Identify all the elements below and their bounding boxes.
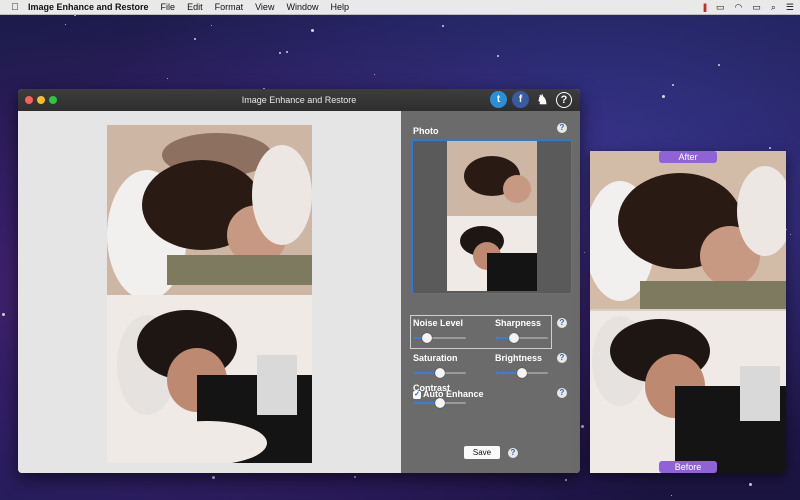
star [212,476,215,479]
twitter-icon[interactable]: t [490,91,507,108]
star [671,495,672,496]
star [286,51,288,53]
star [374,74,375,75]
contrast-slider[interactable] [414,398,466,408]
star [167,78,168,79]
airplay-icon[interactable]: ▭ [716,2,725,13]
star [790,234,791,235]
after-label: After [659,151,717,163]
menu-app-name[interactable]: Image Enhance and Restore [28,2,149,12]
wifi-icon[interactable]: ◠ [735,2,743,13]
before-image [590,311,786,473]
thumbnail-image [447,141,537,291]
help-icon[interactable]: ? [556,91,572,108]
star [749,483,752,486]
battery-icon[interactable]: ▭ [752,2,761,13]
menu-view[interactable]: View [255,2,274,12]
star [565,479,567,481]
parallels-status-icon[interactable]: || [703,2,707,12]
image-preview-area [18,111,401,473]
sharpness-label: Sharpness [495,318,542,328]
after-image [590,151,786,309]
window-zoom-button[interactable] [49,96,57,104]
title-toolbar: t f ♞ ? [490,91,572,108]
star [194,38,196,40]
star [769,147,771,149]
star [311,29,314,32]
photo-drop-well[interactable] [412,140,572,294]
notification-center-icon[interactable]: ☰ [786,2,794,13]
star [211,25,212,26]
auto-enhance-help-icon[interactable]: ? [557,388,567,398]
star [718,64,720,66]
window-titlebar: Image Enhance and Restore t f ♞ ? [18,89,580,111]
star [662,95,665,98]
brightness-label: Brightness [495,353,543,363]
apple-menu-icon[interactable]:  [8,2,22,13]
main-photo [107,125,312,463]
menu-window[interactable]: Window [286,2,318,12]
save-help-icon[interactable]: ? [508,448,518,458]
photo-label: Photo [413,126,439,136]
controls-panel: Photo ? ✓ Auto Enhance ? Noise Level Sha… [401,111,580,473]
window-close-button[interactable] [25,96,33,104]
window-title: Image Enhance and Restore [241,95,357,105]
color-help-icon[interactable]: ? [557,353,567,363]
noise-level-label: Noise Level [413,318,464,328]
brightness-slider[interactable] [496,368,548,378]
after-photo [590,151,786,309]
noise-level-slider[interactable] [414,333,466,343]
menu-edit[interactable]: Edit [187,2,203,12]
menu-format[interactable]: Format [215,2,244,12]
main-window: Image Enhance and Restore t f ♞ ? Photo … [18,89,580,473]
window-minimize-button[interactable] [37,96,45,104]
photo-help-icon[interactable]: ? [557,123,567,133]
star [786,229,787,230]
noise-help-icon[interactable]: ? [557,318,567,328]
before-after-panel: After Before [590,151,786,473]
star [65,24,66,25]
before-photo [590,311,786,473]
save-button[interactable]: Save [464,446,500,459]
star [442,25,444,27]
saturation-slider[interactable] [414,368,466,378]
star [279,52,281,54]
couple-photo-image [107,125,312,463]
horse-icon[interactable]: ♞ [534,91,551,108]
contrast-label: Contrast [413,383,451,393]
photo-thumbnail [447,141,537,291]
facebook-icon[interactable]: f [512,91,529,108]
star [672,84,674,86]
menu-bar:  Image Enhance and Restore File Edit Fo… [0,0,800,15]
star [2,313,5,316]
star [497,55,499,57]
menu-bar-status-area: || ▭ ◠ ▭ ⌕ ☰ [703,0,794,14]
spotlight-search-icon[interactable]: ⌕ [771,2,776,13]
star [581,425,584,428]
saturation-label: Saturation [413,353,458,363]
sharpness-slider[interactable] [496,333,548,343]
star [354,476,356,478]
before-label: Before [659,461,717,473]
menu-help[interactable]: Help [330,2,349,12]
menu-file[interactable]: File [161,2,176,12]
star [584,252,585,253]
